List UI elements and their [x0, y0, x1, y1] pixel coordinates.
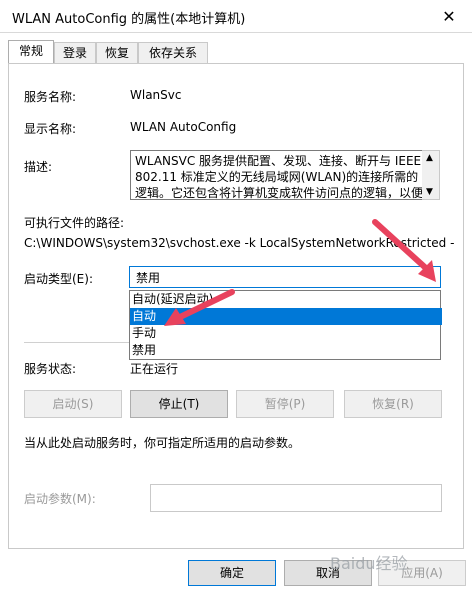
- description-box: WLANSVC 服务提供配置、发现、连接、断开与 IEEE 802.11 标准定…: [130, 150, 428, 200]
- ok-button[interactable]: 确定: [188, 560, 276, 586]
- startup-type-dropdown: 自动(延迟启动) 自动 手动 禁用: [129, 290, 442, 360]
- startup-type-current: 禁用: [136, 271, 161, 285]
- description-scrollbar[interactable]: ▲ ▼: [422, 150, 440, 200]
- chevron-down-icon[interactable]: ⌄: [426, 268, 436, 282]
- tab-dependencies[interactable]: 依存关系: [138, 42, 208, 63]
- option-auto[interactable]: 自动: [130, 308, 442, 325]
- tab-recovery[interactable]: 恢复: [96, 42, 138, 63]
- start-params-input[interactable]: [150, 484, 442, 512]
- watermark: Baidu经验: [330, 554, 408, 573]
- window-title: WLAN AutoConfig 的属性(本地计算机): [12, 12, 246, 27]
- service-status-label: 服务状态:: [24, 362, 77, 376]
- stop-button[interactable]: 停止(T): [130, 390, 228, 418]
- tab-logon[interactable]: 登录: [54, 42, 96, 63]
- option-auto-delayed[interactable]: 自动(延迟启动): [130, 291, 442, 308]
- start-params-label: 启动参数(M):: [24, 492, 96, 506]
- close-button[interactable]: ✕: [426, 0, 472, 32]
- service-status-value: 正在运行: [130, 362, 179, 376]
- pause-button[interactable]: 暂停(P): [236, 390, 334, 418]
- resume-button[interactable]: 恢复(R): [344, 390, 442, 418]
- startup-type-select[interactable]: 禁用 ⌄: [129, 266, 441, 288]
- scroll-down-icon[interactable]: ▼: [426, 187, 433, 197]
- service-name-value: WlanSvc: [130, 88, 182, 102]
- start-button[interactable]: 启动(S): [24, 390, 122, 418]
- description-label: 描述:: [24, 160, 53, 174]
- path-label: 可执行文件的路径:: [24, 216, 125, 230]
- startup-hint: 当从此处启动服务时，你可指定所适用的启动参数。: [24, 436, 301, 450]
- option-manual[interactable]: 手动: [130, 325, 442, 342]
- tab-general[interactable]: 常规: [8, 40, 54, 63]
- scroll-up-icon[interactable]: ▲: [426, 153, 433, 163]
- display-name-value: WLAN AutoConfig: [130, 120, 237, 134]
- option-disabled[interactable]: 禁用: [130, 342, 442, 359]
- path-value: C:\WINDOWS\system32\svchost.exe -k Local…: [24, 236, 455, 250]
- display-name-label: 显示名称:: [24, 122, 77, 136]
- service-name-label: 服务名称:: [24, 90, 77, 104]
- startup-type-label: 启动类型(E):: [24, 272, 93, 286]
- close-icon: ✕: [442, 6, 456, 26]
